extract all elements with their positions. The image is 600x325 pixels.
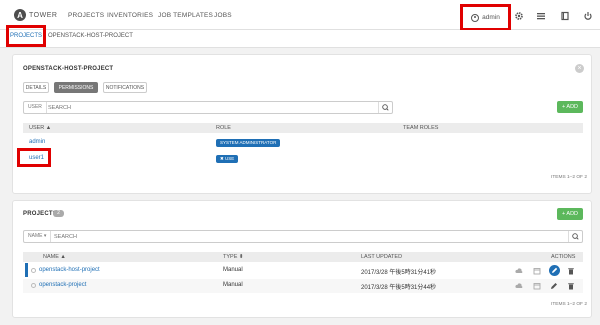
project-type: Manual [223, 267, 243, 273]
status-dot [31, 268, 36, 273]
tower-logo[interactable]: A TOWER [14, 9, 57, 21]
project-link[interactable]: openstack-host-project [39, 267, 100, 273]
col-type[interactable]: TYPE ⬍ [223, 254, 244, 260]
power-icon[interactable] [583, 11, 593, 21]
nav-projects[interactable]: PROJECTS [68, 12, 104, 19]
nav-job-templates[interactable]: JOB TEMPLATES [158, 12, 213, 19]
tab-permissions[interactable]: PERMISSIONS [54, 82, 98, 93]
table-row: openstack-project Manual 2017/3/28 午後5時3… [23, 279, 583, 293]
add-permission-button[interactable]: + ADD [557, 101, 583, 113]
add-project-button[interactable]: + ADD [557, 208, 583, 220]
items-count: ITEMS 1–2 OF 2 [551, 302, 587, 307]
user1-highlight [17, 148, 51, 167]
edit-icon[interactable] [549, 265, 560, 276]
user-menu[interactable]: admin [460, 4, 511, 31]
project-updated: 2017/3/28 午後5時31分41秒 [361, 270, 437, 276]
search-key[interactable]: USER [24, 102, 47, 113]
permissions-header: USER ▲ ROLE TEAM ROLES [23, 123, 583, 133]
search-icon[interactable] [378, 102, 392, 113]
user-icon [471, 13, 480, 22]
book-icon[interactable] [560, 11, 570, 21]
col-role: ROLE [216, 125, 231, 131]
search-input[interactable] [48, 102, 368, 113]
calendar-icon[interactable] [533, 267, 541, 275]
calendar-icon[interactable] [533, 282, 541, 290]
project-search: NAME ▾ [23, 230, 583, 243]
col-last-updated: LAST UPDATED [361, 254, 403, 260]
user-link-admin[interactable]: admin [29, 139, 45, 145]
project-updated: 2017/3/28 午後5時31分44秒 [361, 285, 437, 291]
cloud-download-icon[interactable] [515, 282, 523, 290]
projects-count-badge: 2 [53, 210, 64, 217]
table-row: openstack-host-project Manual 2017/3/28 … [23, 264, 583, 278]
projects-title: PROJECTS [23, 211, 57, 217]
projects-header: NAME ▲ TYPE ⬍ LAST UPDATED ACTIONS [23, 252, 583, 262]
search-key[interactable]: NAME ▾ [24, 231, 52, 242]
selected-row-indicator [25, 263, 28, 277]
table-row: admin SYSTEM ADMINISTRATOR [23, 137, 583, 151]
breadcrumb-projects[interactable]: PROJECTS [6, 25, 46, 47]
nav-jobs[interactable]: JOBS [214, 12, 232, 19]
col-team-roles: TEAM ROLES [403, 125, 439, 131]
col-actions: ACTIONS [551, 254, 576, 260]
tower-logo-text: TOWER [29, 11, 58, 19]
col-name[interactable]: NAME ▲ [43, 254, 66, 260]
project-link[interactable]: openstack-project [39, 282, 86, 288]
col-user[interactable]: USER ▲ [29, 125, 51, 131]
cloud-download-icon[interactable] [515, 267, 523, 275]
search-icon[interactable] [568, 231, 582, 242]
close-icon[interactable]: × [575, 64, 584, 73]
search-input[interactable] [54, 231, 554, 242]
user-search: USER [23, 101, 393, 114]
table-row: user1 ✖ USE [23, 152, 583, 166]
project-type: Manual [223, 282, 243, 288]
projects-card: PROJECTS + ADD NAME ▾ NAME ▲ TYPE ⬍ LAST… [12, 200, 592, 318]
card-title: OPENSTACK-HOST-PROJECT [23, 66, 114, 72]
role-badge: SYSTEM ADMINISTRATOR [216, 139, 281, 147]
breadcrumb-current: OPENSTACK-HOST-PROJECT [48, 33, 133, 39]
list-icon[interactable] [536, 11, 546, 21]
items-count: ITEMS 1–2 OF 2 [551, 175, 587, 180]
role-badge-use[interactable]: ✖ USE [216, 155, 239, 163]
status-dot [31, 283, 36, 288]
project-detail-card: OPENSTACK-HOST-PROJECT × DETAILS PERMISS… [12, 54, 592, 194]
tower-logo-icon: A [14, 9, 26, 21]
tab-details[interactable]: DETAILS [23, 82, 49, 93]
trash-icon[interactable] [567, 282, 575, 290]
top-nav: A TOWER PROJECTS INVENTORIES JOB TEMPLAT… [0, 0, 600, 31]
gear-icon[interactable] [514, 11, 524, 21]
nav-inventories[interactable]: INVENTORIES [107, 12, 153, 19]
tab-notifications[interactable]: NOTIFICATIONS [103, 82, 147, 93]
trash-icon[interactable] [567, 267, 575, 275]
user-name: admin [482, 14, 500, 21]
pencil-icon[interactable] [550, 282, 558, 290]
